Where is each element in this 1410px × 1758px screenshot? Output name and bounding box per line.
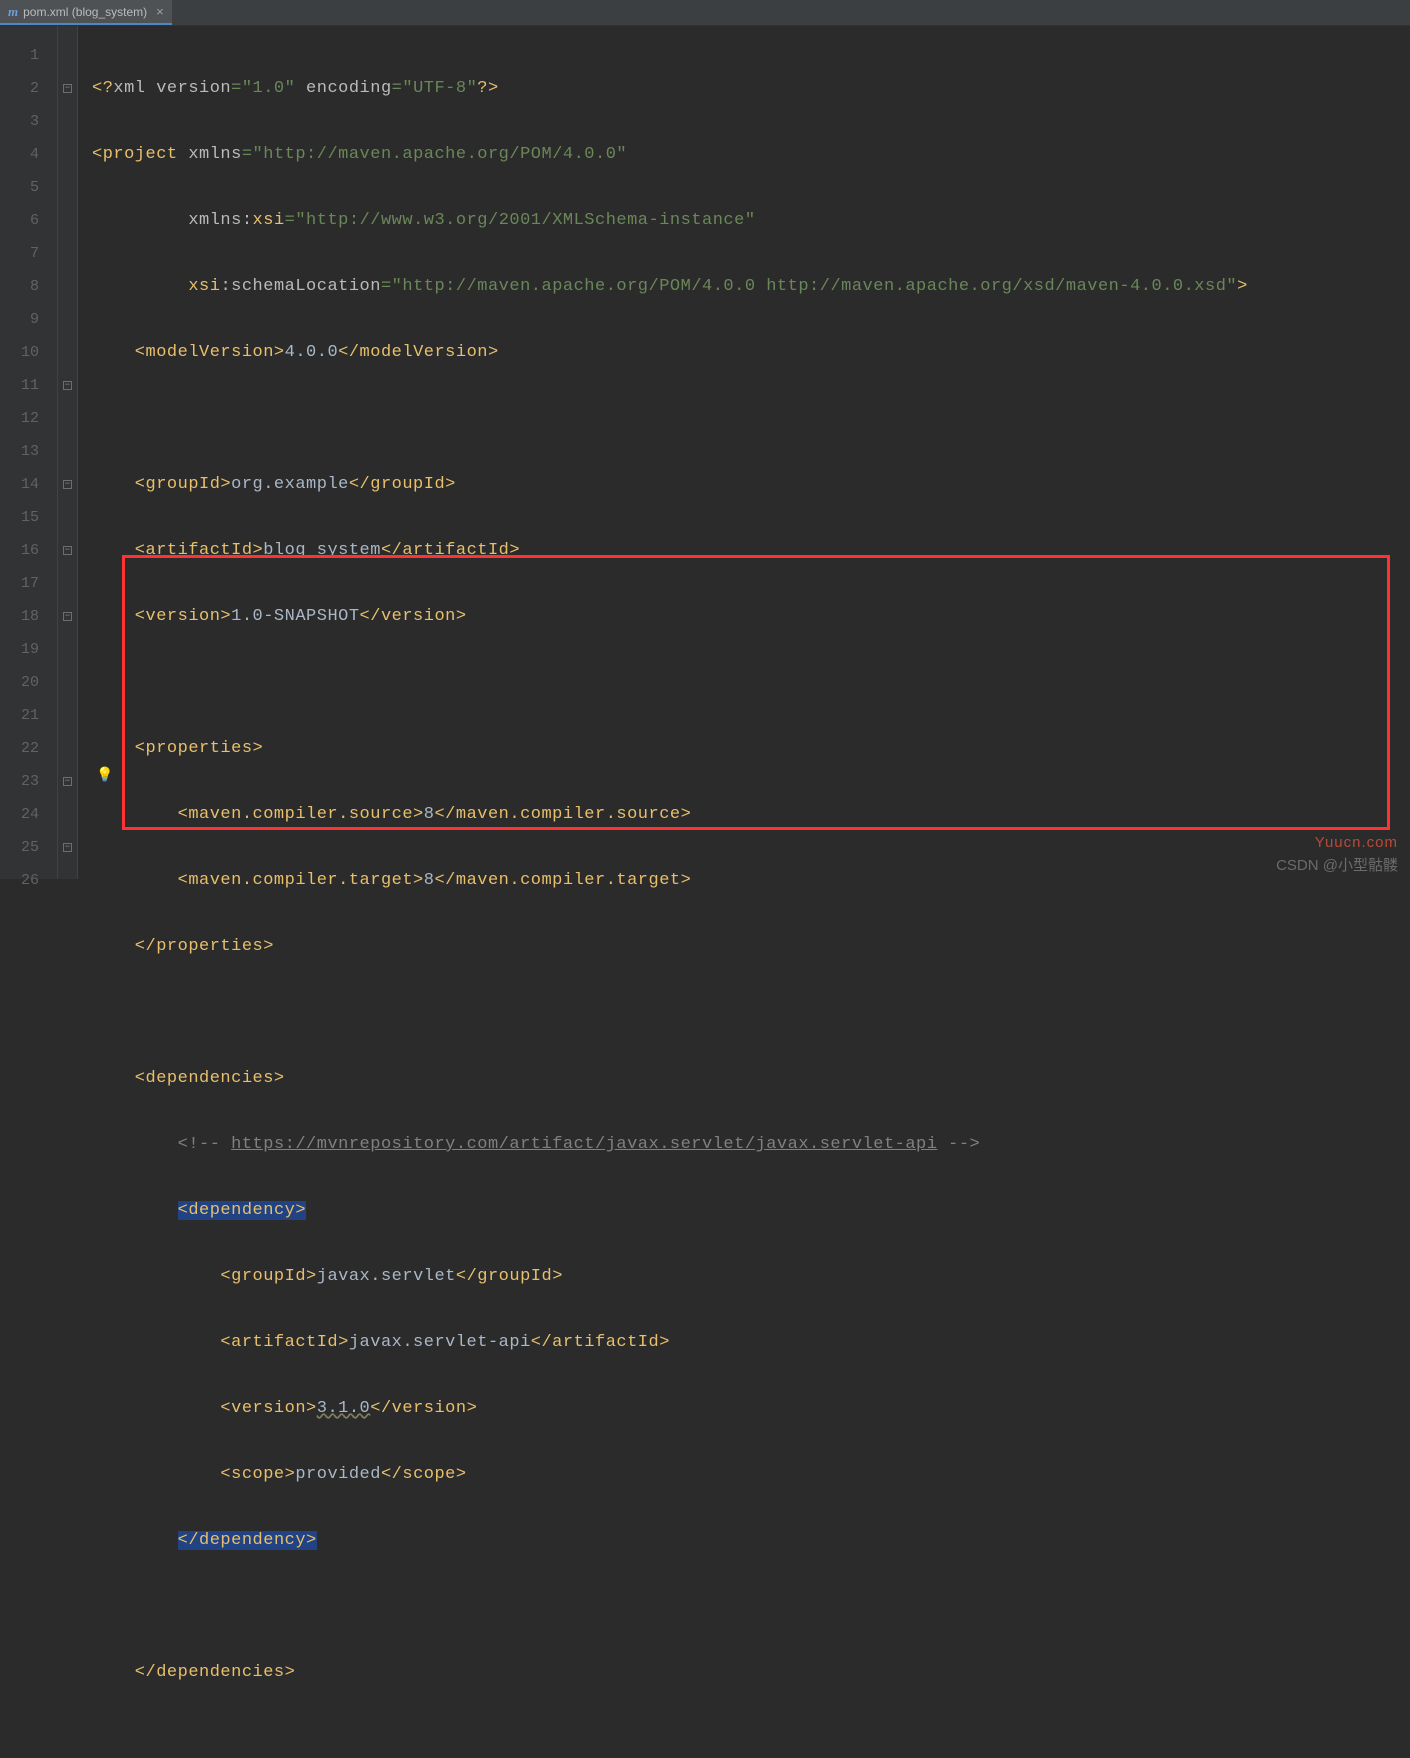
line-number: 22	[0, 732, 57, 765]
line-number: 26	[0, 864, 57, 897]
code-content[interactable]: <?xml version="1.0" encoding="UTF-8"?> <…	[78, 26, 1410, 879]
tab-bar: m pom.xml (blog_system) ×	[0, 0, 1410, 26]
line-number: 20	[0, 666, 57, 699]
line-number: 23	[0, 765, 57, 798]
line-number: 4	[0, 138, 57, 171]
line-number: 25	[0, 831, 57, 864]
close-icon[interactable]: ×	[156, 4, 164, 19]
line-number: 24	[0, 798, 57, 831]
fold-end[interactable]: −	[58, 765, 77, 798]
fold-toggle[interactable]: −	[58, 369, 77, 402]
editor-area: 1 2 3 4 5 6 7 8 9 10 11 12 13 14 15 16 1…	[0, 26, 1410, 879]
line-number: 11	[0, 369, 57, 402]
line-number: 10	[0, 336, 57, 369]
line-number: 1	[0, 39, 57, 72]
line-number: 3	[0, 105, 57, 138]
line-number: 12	[0, 402, 57, 435]
maven-file-icon: m	[8, 4, 18, 20]
fold-end[interactable]: −	[58, 831, 77, 864]
line-number: 18	[0, 600, 57, 633]
line-number-gutter: 1 2 3 4 5 6 7 8 9 10 11 12 13 14 15 16 1…	[0, 26, 58, 879]
line-number: 14	[0, 468, 57, 501]
line-number: 16	[0, 534, 57, 567]
tab-label: pom.xml (blog_system)	[23, 5, 147, 19]
line-number: 9	[0, 303, 57, 336]
line-number: 5	[0, 171, 57, 204]
line-number: 7	[0, 237, 57, 270]
watermark-yuucn: Yuucn.com	[1315, 834, 1398, 851]
line-number: 19	[0, 633, 57, 666]
line-number: 21	[0, 699, 57, 732]
fold-toggle[interactable]: −	[58, 600, 77, 633]
fold-toggle[interactable]: −	[58, 534, 77, 567]
line-number: 2	[0, 72, 57, 105]
fold-column: − − − − − − −	[58, 26, 78, 879]
line-number: 17	[0, 567, 57, 600]
line-number: 6	[0, 204, 57, 237]
fold-toggle[interactable]: −	[58, 72, 77, 105]
line-number: 13	[0, 435, 57, 468]
line-number: 8	[0, 270, 57, 303]
fold-end[interactable]: −	[58, 468, 77, 501]
watermark-csdn: CSDN @小型骷髅	[1276, 854, 1398, 875]
editor-tab-pom[interactable]: m pom.xml (blog_system) ×	[0, 0, 172, 25]
line-number: 15	[0, 501, 57, 534]
